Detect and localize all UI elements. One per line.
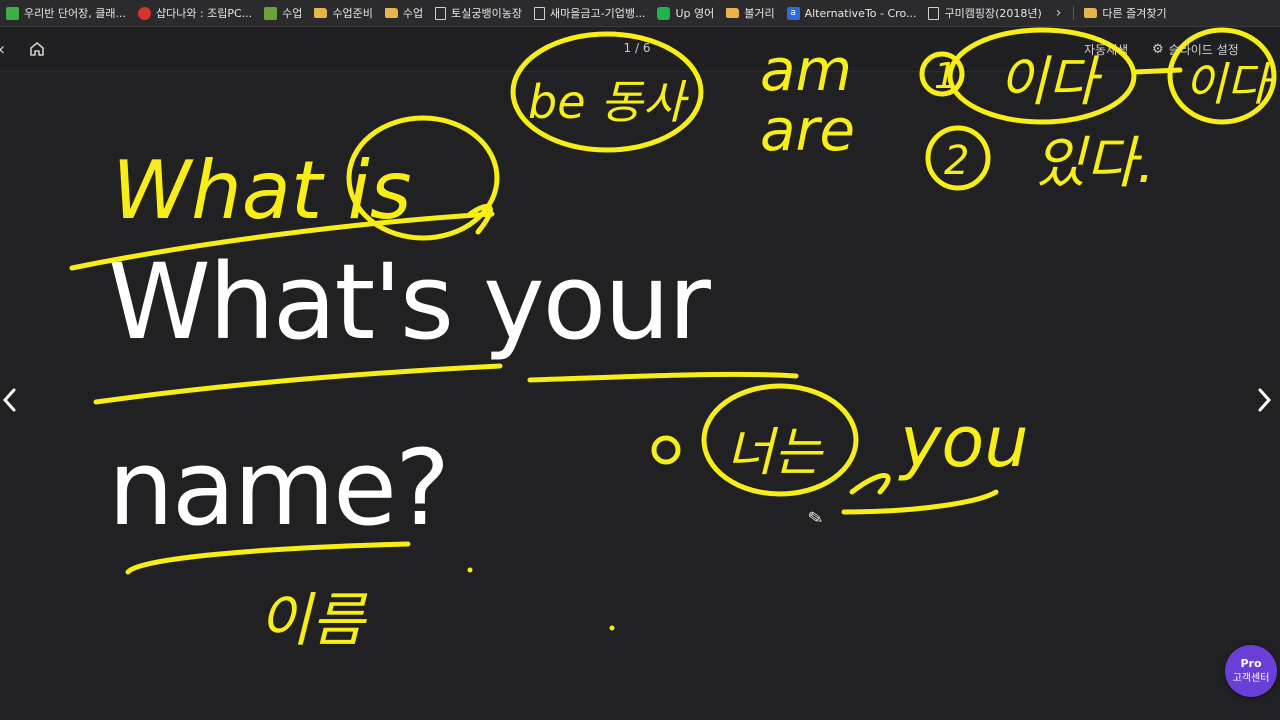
bookmark-label: 수업 bbox=[402, 7, 424, 20]
bookmark-item[interactable]: 볼거리 bbox=[720, 0, 780, 26]
autoplay-button[interactable]: 자동재생 bbox=[1084, 41, 1128, 58]
bookmarks-bar: 우리반 단어장, 클래... 샵다나와 : 조립PC... 수업 수업준비 수업… bbox=[0, 0, 1280, 27]
bookmark-label: 우리반 단어장, 클래... bbox=[24, 7, 126, 20]
more-bookmarks-chevron-icon[interactable]: › bbox=[1048, 5, 1070, 21]
next-slide-arrow-icon[interactable] bbox=[1254, 386, 1274, 414]
bookmarks-divider bbox=[1073, 6, 1075, 20]
slide-canvas[interactable] bbox=[0, 72, 1280, 720]
slide-text-line1: What's your bbox=[108, 241, 711, 363]
gear-icon: ⚙ bbox=[1152, 42, 1164, 57]
bookmark-item[interactable]: Up 영어 bbox=[651, 0, 720, 26]
other-bookmarks-label: 다른 즐겨찾기 bbox=[1102, 7, 1167, 20]
bookmark-label: 볼거리 bbox=[744, 7, 775, 20]
green-app-icon bbox=[6, 6, 19, 20]
pro-badge-subtitle: 고객센터 bbox=[1232, 672, 1270, 684]
bookmark-label: 토실궁뱅이농장 bbox=[451, 7, 523, 20]
bookmark-item[interactable]: 토실궁뱅이농장 bbox=[429, 0, 528, 26]
page-icon bbox=[435, 6, 447, 20]
photo-icon bbox=[264, 6, 278, 20]
danawa-icon bbox=[137, 6, 151, 20]
pro-support-badge[interactable]: Pro 고객센터 bbox=[1225, 645, 1277, 697]
bookmark-label: Up 영어 bbox=[675, 7, 715, 20]
page-icon bbox=[928, 6, 940, 20]
bookmark-label: 구미캠핑장(2018년) bbox=[944, 7, 1042, 20]
page-counter: 1 / 6 bbox=[623, 41, 651, 55]
home-icon[interactable] bbox=[28, 40, 46, 58]
line-icon bbox=[657, 6, 671, 20]
folder-icon bbox=[1084, 8, 1098, 18]
bookmark-item[interactable]: 수업준비 bbox=[308, 0, 378, 26]
slide-text-line2: name? bbox=[108, 427, 450, 549]
bookmark-item[interactable]: 수업 bbox=[258, 0, 308, 26]
bookmark-item[interactable]: a AlternativeTo - Cro... bbox=[781, 0, 923, 26]
slide-settings-label: 슬라이드 설정 bbox=[1168, 43, 1239, 57]
alternativeto-icon: a bbox=[786, 6, 800, 20]
bookmark-label: 수업 bbox=[282, 7, 303, 20]
bookmark-item[interactable]: 우리반 단어장, 클래... bbox=[0, 0, 132, 26]
bookmark-item[interactable]: 새마을금고-기업뱅... bbox=[528, 0, 651, 26]
folder-icon bbox=[384, 8, 398, 18]
bookmark-item[interactable]: 샵다나와 : 조립PC... bbox=[132, 0, 258, 26]
slide-settings-button[interactable]: ⚙ 슬라이드 설정 bbox=[1152, 41, 1239, 58]
bookmark-label: 새마을금고-기업뱅... bbox=[550, 7, 646, 20]
bookmark-label: 샵다나와 : 조립PC... bbox=[155, 7, 253, 20]
bookmark-label: 수업준비 bbox=[332, 7, 373, 20]
other-bookmarks[interactable]: 다른 즐겨찾기 bbox=[1078, 0, 1172, 26]
pro-badge-title: Pro bbox=[1240, 657, 1262, 671]
page-icon bbox=[534, 6, 546, 20]
folder-icon bbox=[314, 8, 328, 18]
back-arrow-icon[interactable]: ‹ bbox=[0, 39, 5, 60]
bookmark-item[interactable]: 구미캠핑장(2018년) bbox=[922, 0, 1047, 26]
bookmark-label: AlternativeTo - Cro... bbox=[804, 6, 917, 20]
folder-icon bbox=[726, 8, 740, 18]
viewer-toolbar: ‹ 1 / 6 자동재생 ⚙ 슬라이드 설정 bbox=[0, 27, 1280, 72]
bookmark-item[interactable]: 수업 bbox=[379, 0, 429, 26]
previous-slide-arrow-icon[interactable] bbox=[0, 386, 20, 414]
